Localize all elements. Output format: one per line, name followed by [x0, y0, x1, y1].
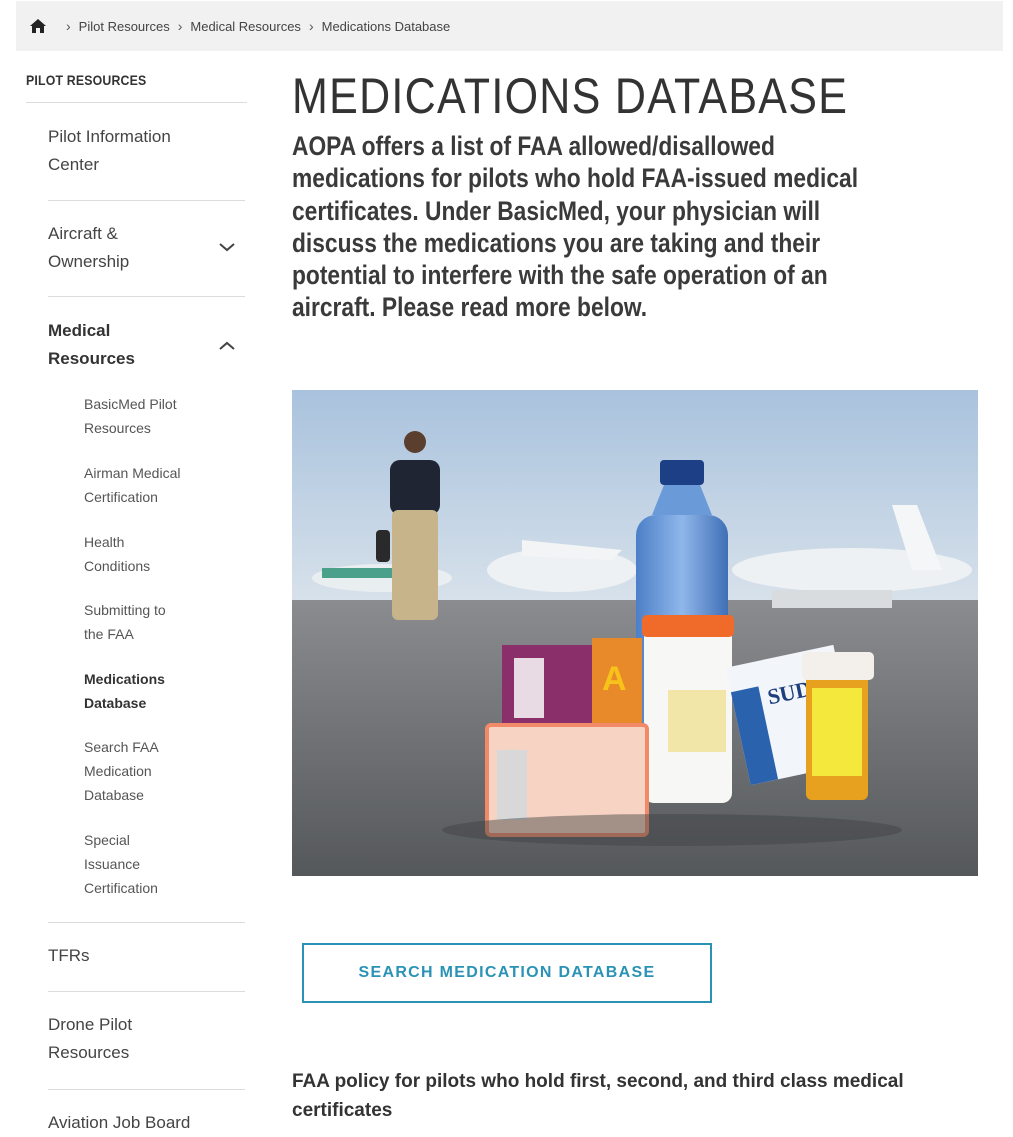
chevron-down-icon[interactable] — [218, 241, 236, 253]
sidebar-subitem-label: Special — [84, 832, 130, 848]
breadcrumb: › Pilot Resources › Medical Resources › … — [16, 1, 1003, 51]
sidebar-item-label: Resources — [48, 1043, 130, 1062]
policy-heading: FAA policy for pilots who hold first, se… — [292, 1067, 992, 1125]
page-title: MEDICATIONS DATABASE — [292, 68, 849, 124]
breadcrumb-medical-resources[interactable]: Medical Resources — [190, 19, 301, 34]
sidebar-subitem-label: Medications — [84, 671, 165, 687]
sidebar-subitem-label: Medication — [84, 763, 152, 779]
sidebar-subitem-label: Certification — [84, 880, 158, 896]
sidebar-subitem-search-faa-medication-database[interactable]: Search FAA Medication Database — [84, 735, 214, 807]
policy-heading-line: certificates — [292, 1100, 393, 1121]
sidebar-subitem-airman-medical-certification[interactable]: Airman Medical Certification — [84, 461, 214, 509]
sidebar-item-label: Resources — [48, 349, 135, 368]
sidebar-heading: PILOT RESOURCES — [26, 72, 147, 88]
intro-line: discuss the medications you are taking a… — [292, 227, 821, 258]
sidebar-subitem-label: Resources — [84, 420, 151, 436]
sidebar-item-label: Center — [48, 155, 100, 174]
search-medication-database-button[interactable]: SEARCH MEDICATION DATABASE — [302, 943, 712, 1003]
breadcrumb-pilot-resources[interactable]: Pilot Resources — [79, 19, 170, 34]
sidebar-subitem-label: BasicMed Pilot — [84, 396, 177, 412]
sidebar-subitem-label: Certification — [84, 489, 158, 505]
sidebar-subitem-label: Health — [84, 534, 125, 550]
home-icon[interactable] — [30, 19, 46, 33]
sidebar-item-tfrs[interactable]: TFRs — [48, 942, 208, 970]
divider — [48, 296, 245, 297]
svg-text:A: A — [602, 660, 627, 698]
sidebar-item-pilot-information-center[interactable]: Pilot Information Center — [48, 123, 208, 179]
sidebar-item-aircraft-ownership[interactable]: Aircraft & Ownership — [48, 220, 208, 276]
intro-line: medications for pilots who hold FAA-issu… — [292, 163, 859, 194]
divider — [26, 102, 247, 103]
sidebar-item-label: Ownership — [48, 252, 130, 271]
intro-text: AOPA offers a list of FAA allowed/disall… — [292, 130, 946, 324]
breadcrumb-separator: › — [66, 18, 71, 34]
intro-line: certificates. Under BasicMed, your physi… — [292, 195, 821, 226]
sidebar-subitem-label: Submitting to — [84, 602, 166, 618]
chevron-up-icon[interactable] — [218, 340, 236, 352]
divider — [48, 200, 245, 201]
divider — [48, 991, 245, 992]
breadcrumb-separator: › — [177, 18, 183, 34]
medications-on-tarmac-photo: A SUD — [292, 390, 978, 876]
sidebar-item-label: TFRs — [48, 946, 90, 965]
sidebar-subitem-label: Search FAA — [84, 739, 159, 755]
sidebar-item-label: Pilot Information — [48, 127, 171, 146]
sidebar-subitem-label: Database — [84, 695, 147, 711]
sidebar-subitem-medications-database[interactable]: Medications Database — [84, 667, 214, 715]
sidebar-item-drone-pilot-resources[interactable]: Drone Pilot Resources — [48, 1011, 208, 1067]
sidebar-subitem-label: the FAA — [84, 626, 134, 642]
policy-heading-line: FAA policy for pilots who hold first, se… — [292, 1071, 904, 1092]
intro-line: aircraft. Please read more below. — [292, 292, 648, 323]
hero-image: A SUD — [292, 390, 978, 876]
sidebar-subitem-health-conditions[interactable]: Health Conditions — [84, 530, 214, 578]
divider — [48, 1089, 245, 1090]
sidebar-subitem-submitting-to-the-faa[interactable]: Submitting to the FAA — [84, 598, 214, 646]
intro-line: potential to interfere with the safe ope… — [292, 260, 828, 291]
sidebar-subitem-label: Airman Medical — [84, 465, 181, 481]
sidebar-item-label: Drone Pilot — [48, 1015, 133, 1034]
sidebar-subitem-label: Database — [84, 787, 144, 803]
sidebar-subitem-label: Conditions — [84, 558, 151, 574]
intro-line: AOPA offers a list of FAA allowed/disall… — [292, 131, 775, 161]
breadcrumb-current: Medications Database — [321, 18, 451, 34]
sidebar-subitem-label: Issuance — [84, 856, 141, 872]
sidebar-item-label: Medical — [48, 321, 111, 340]
sidebar-item-label: Aircraft & — [48, 224, 118, 243]
breadcrumb-separator: › — [308, 18, 314, 34]
sidebar-subitem-special-issuance-certification[interactable]: Special Issuance Certification — [84, 828, 214, 900]
sidebar-item-medical-resources[interactable]: Medical Resources — [48, 317, 208, 373]
sidebar-subitem-basicmed-pilot-resources[interactable]: BasicMed Pilot Resources — [84, 392, 214, 440]
divider — [48, 922, 245, 923]
